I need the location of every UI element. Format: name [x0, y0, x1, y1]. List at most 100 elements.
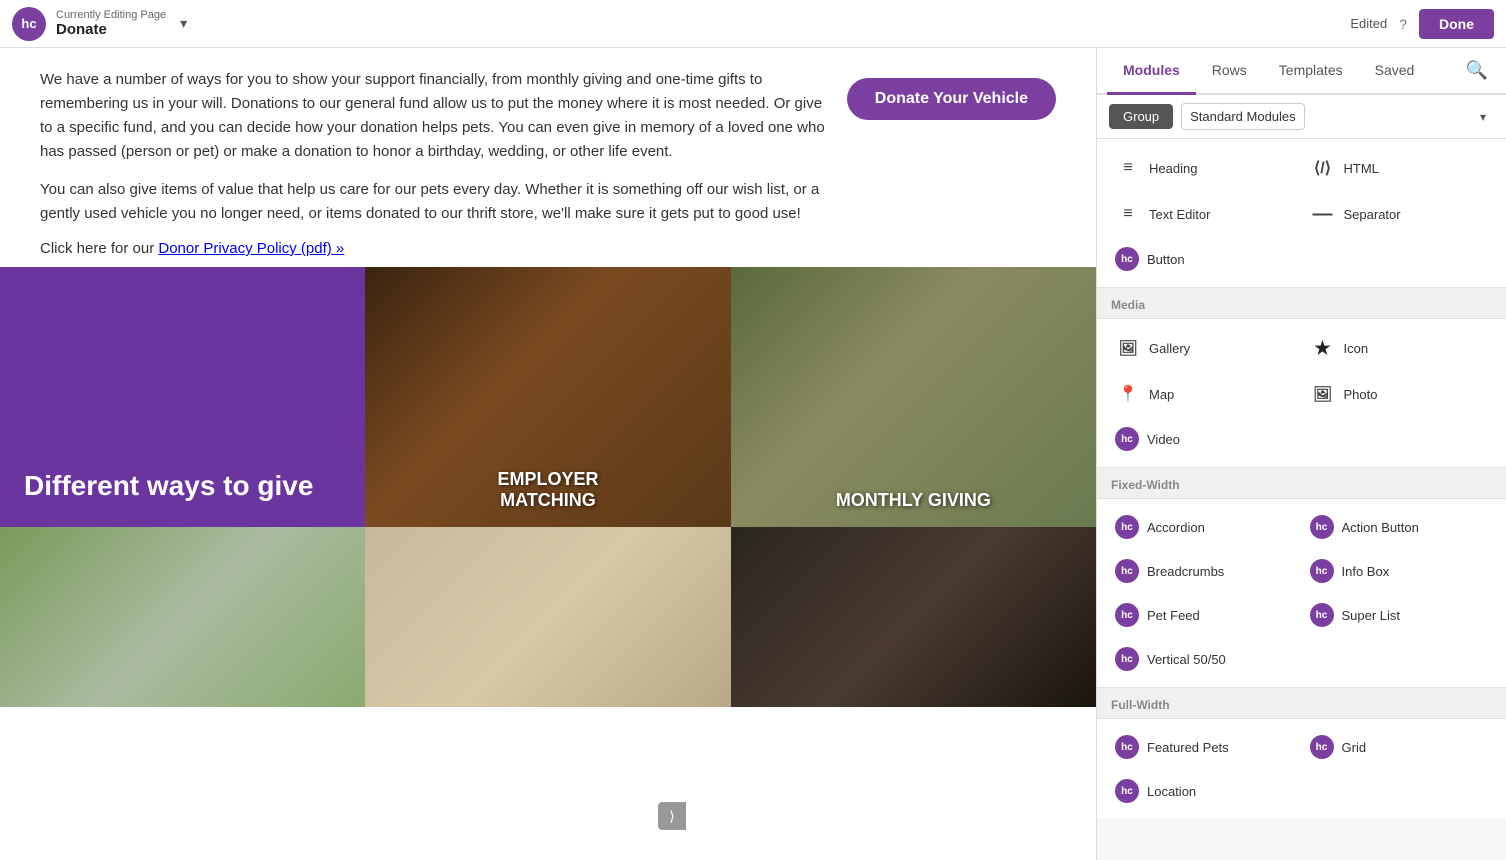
filter-group-button[interactable]: Group: [1109, 104, 1173, 129]
sidebar-search-icon[interactable]: 🔍: [1458, 52, 1496, 89]
sidebar-tabs: Modules Rows Templates Saved 🔍: [1097, 48, 1506, 95]
module-grid-label: Grid: [1342, 740, 1367, 755]
topbar-right: Edited ? Done: [1350, 9, 1494, 39]
icon-star-icon: ★: [1310, 335, 1336, 361]
module-accordion[interactable]: hc Accordion: [1107, 505, 1302, 549]
media-modules: 🖼 Gallery ★ Icon 📍 Map 🖼 Photo hc Video: [1097, 319, 1506, 467]
module-photo-label: Photo: [1344, 387, 1378, 402]
module-featured-pets[interactable]: hc Featured Pets: [1107, 725, 1302, 769]
donate-vehicle-button[interactable]: Donate Your Vehicle: [847, 78, 1056, 120]
location-hc-icon: hc: [1115, 779, 1139, 803]
module-video-label: Video: [1147, 432, 1180, 447]
fixed-width-group-label: Fixed-Width: [1097, 468, 1506, 499]
top-section: We have a number of ways for you to show…: [0, 48, 1096, 267]
employer-matching-label: EMPLOYER MATCHING: [497, 469, 598, 511]
privacy-line: Click here for our Donor Privacy Policy …: [40, 240, 827, 257]
module-icon[interactable]: ★ Icon: [1302, 325, 1497, 371]
module-pet-feed-label: Pet Feed: [1147, 608, 1200, 623]
video-hc-icon: hc: [1115, 427, 1139, 451]
gallery-icon: 🖼: [1115, 335, 1141, 361]
separator-icon: —: [1310, 201, 1336, 227]
module-heading[interactable]: ≡ Heading: [1107, 145, 1302, 191]
help-icon[interactable]: ?: [1399, 16, 1407, 32]
topbar: hc Currently Editing Page Donate ▾ Edite…: [0, 0, 1506, 48]
module-vertical-5050[interactable]: hc Vertical 50/50: [1107, 637, 1302, 681]
currently-editing-label: Currently Editing Page: [56, 9, 166, 21]
module-separator[interactable]: — Separator: [1302, 191, 1497, 237]
html-icon: ⟨/⟩: [1310, 155, 1336, 181]
main-layout: We have a number of ways for you to show…: [0, 48, 1506, 860]
module-location[interactable]: hc Location: [1107, 769, 1302, 813]
monthly-giving-label: MONTHLY GIVING: [836, 490, 991, 511]
privacy-link[interactable]: Donor Privacy Policy (pdf) »: [158, 240, 344, 257]
text-editor-icon: ≡: [1115, 201, 1141, 227]
dog-cell: [731, 527, 1096, 707]
heading-icon: ≡: [1115, 155, 1141, 181]
module-vertical-5050-label: Vertical 50/50: [1147, 652, 1226, 667]
module-photo[interactable]: 🖼 Photo: [1302, 371, 1497, 417]
collapse-sidebar-button[interactable]: ⟩: [658, 802, 686, 830]
module-button[interactable]: hc Button: [1107, 237, 1302, 281]
module-icon-label: Icon: [1344, 341, 1369, 356]
media-group-label: Media: [1097, 288, 1506, 319]
sidebar-filter-bar: Group Standard Modules: [1097, 95, 1506, 139]
donate-vehicle-section: Donate Your Vehicle: [847, 68, 1056, 120]
module-gallery-label: Gallery: [1149, 341, 1190, 356]
module-map-label: Map: [1149, 387, 1174, 402]
page-name: Donate: [56, 21, 166, 38]
module-html-label: HTML: [1344, 161, 1379, 176]
map-icon: 📍: [1115, 381, 1141, 407]
topbar-left: hc Currently Editing Page Donate ▾: [12, 7, 187, 41]
photo-icon: 🖼: [1310, 381, 1336, 407]
vertical-5050-hc-icon: hc: [1115, 647, 1139, 671]
standard-modules-top: ≡ Heading ⟨/⟩ HTML ≡ Text Editor — Separ…: [1097, 139, 1506, 287]
module-html[interactable]: ⟨/⟩ HTML: [1302, 145, 1497, 191]
tab-templates[interactable]: Templates: [1263, 48, 1359, 95]
action-button-hc-icon: hc: [1310, 515, 1334, 539]
module-map[interactable]: 📍 Map: [1107, 371, 1302, 417]
module-accordion-label: Accordion: [1147, 520, 1205, 535]
done-button[interactable]: Done: [1419, 9, 1494, 39]
fixed-width-modules: hc Accordion hc Action Button hc Breadcr…: [1097, 499, 1506, 687]
monthly-giving-cell: MONTHLY GIVING: [731, 267, 1096, 527]
ways-grid: Different ways to give EMPLOYER MATCHING…: [0, 267, 1096, 707]
button-hc-icon: hc: [1115, 247, 1139, 271]
hc-logo-icon: hc: [12, 7, 46, 41]
module-video[interactable]: hc Video: [1107, 417, 1302, 461]
employer-matching-cell: EMPLOYER MATCHING: [365, 267, 730, 527]
module-info-box[interactable]: hc Info Box: [1302, 549, 1497, 593]
accordion-hc-icon: hc: [1115, 515, 1139, 539]
module-breadcrumbs-label: Breadcrumbs: [1147, 564, 1224, 579]
filter-select[interactable]: Standard Modules: [1181, 103, 1305, 130]
module-heading-label: Heading: [1149, 161, 1197, 176]
module-gallery[interactable]: 🖼 Gallery: [1107, 325, 1302, 371]
module-separator-label: Separator: [1344, 207, 1401, 222]
module-grid[interactable]: hc Grid: [1302, 725, 1497, 769]
girl-dog-cell: [0, 527, 365, 707]
module-text-editor[interactable]: ≡ Text Editor: [1107, 191, 1302, 237]
filter-select-wrapper: Standard Modules: [1181, 103, 1494, 130]
breadcrumbs-hc-icon: hc: [1115, 559, 1139, 583]
info-box-hc-icon: hc: [1310, 559, 1334, 583]
page-text-area: We have a number of ways for you to show…: [40, 68, 827, 257]
module-location-label: Location: [1147, 784, 1196, 799]
module-breadcrumbs[interactable]: hc Breadcrumbs: [1107, 549, 1302, 593]
privacy-prefix: Click here for our: [40, 240, 158, 257]
tab-saved[interactable]: Saved: [1359, 48, 1431, 95]
module-action-button[interactable]: hc Action Button: [1302, 505, 1497, 549]
page-dropdown-icon[interactable]: ▾: [180, 15, 187, 32]
ways-title-heading: Different ways to give: [24, 469, 313, 503]
sidebar: Modules Rows Templates Saved 🔍 Group Sta…: [1096, 48, 1506, 860]
module-featured-pets-label: Featured Pets: [1147, 740, 1229, 755]
pet-feed-hc-icon: hc: [1115, 603, 1139, 627]
module-pet-feed[interactable]: hc Pet Feed: [1107, 593, 1302, 637]
featured-pets-hc-icon: hc: [1115, 735, 1139, 759]
tab-rows[interactable]: Rows: [1196, 48, 1263, 95]
module-super-list-label: Super List: [1342, 608, 1401, 623]
topbar-title: Currently Editing Page Donate: [56, 9, 166, 38]
module-super-list[interactable]: hc Super List: [1302, 593, 1497, 637]
ways-title-cell: Different ways to give: [0, 267, 365, 527]
drawing-cell: [365, 527, 730, 707]
tab-modules[interactable]: Modules: [1107, 48, 1196, 95]
module-action-button-label: Action Button: [1342, 520, 1419, 535]
